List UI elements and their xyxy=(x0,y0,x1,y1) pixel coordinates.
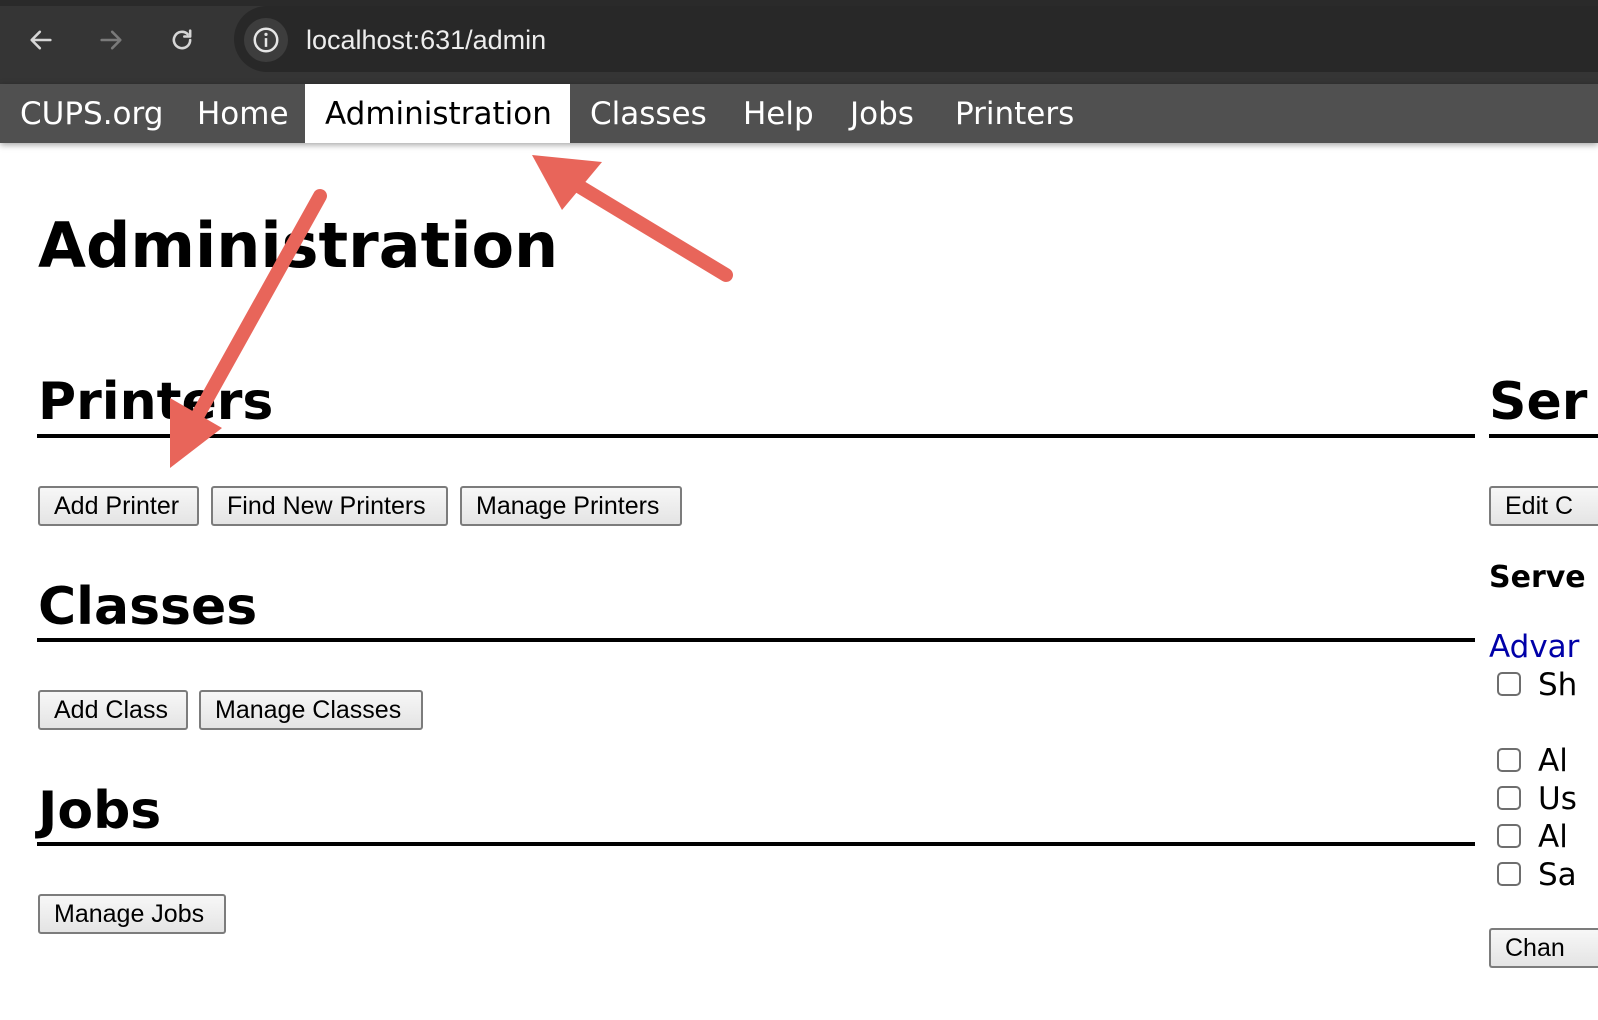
server-checkbox-3[interactable] xyxy=(1497,786,1521,810)
arrow-to-administration-tab xyxy=(532,155,733,282)
server-checkbox-2-label: Al xyxy=(1538,743,1568,779)
back-arrow-icon xyxy=(30,30,52,50)
find-new-printers-button[interactable]: Find New Printers xyxy=(211,486,448,526)
add-class-button[interactable]: Add Class xyxy=(38,690,188,730)
classes-heading: Classes xyxy=(38,577,258,637)
server-settings-heading: Serve xyxy=(1489,560,1586,595)
server-divider xyxy=(1489,434,1598,438)
advanced-settings-link[interactable]: Advar xyxy=(1489,629,1579,665)
server-checkbox-1[interactable] xyxy=(1497,672,1521,696)
server-heading: Ser xyxy=(1489,372,1588,432)
jobs-divider xyxy=(37,842,1475,846)
server-checkbox-2[interactable] xyxy=(1497,748,1521,772)
change-settings-button[interactable]: Chan xyxy=(1489,928,1598,968)
server-checkbox-1-label: Sh xyxy=(1538,667,1578,703)
jobs-heading: Jobs xyxy=(38,781,162,841)
nav-printers[interactable]: Printers xyxy=(935,84,1094,143)
nav-administration[interactable]: Administration xyxy=(305,84,570,143)
forward-arrow-icon xyxy=(100,30,122,50)
manage-printers-button[interactable]: Manage Printers xyxy=(460,486,682,526)
reload-icon xyxy=(172,29,192,50)
reload-button[interactable] xyxy=(164,22,200,58)
nav-help[interactable]: Help xyxy=(723,84,834,143)
classes-divider xyxy=(37,638,1475,642)
back-button[interactable] xyxy=(23,22,59,58)
nav-classes[interactable]: Classes xyxy=(570,84,727,143)
manage-classes-button[interactable]: Manage Classes xyxy=(199,690,423,730)
manage-jobs-button[interactable]: Manage Jobs xyxy=(38,894,226,934)
server-checkbox-4-label: Al xyxy=(1538,819,1568,855)
info-icon xyxy=(253,27,279,53)
server-checkbox-5-label: Sa xyxy=(1538,857,1577,893)
site-info-button[interactable] xyxy=(244,18,288,62)
forward-button[interactable] xyxy=(93,22,129,58)
server-checkbox-3-label: Us xyxy=(1538,781,1577,817)
page-title: Administration xyxy=(38,209,559,282)
nav-home[interactable]: Home xyxy=(177,84,309,143)
server-checkbox-4[interactable] xyxy=(1497,824,1521,848)
cups-navigation: CUPS.org Home Administration Classes Hel… xyxy=(0,84,1598,143)
printers-heading: Printers xyxy=(38,372,274,432)
url-text[interactable]: localhost:631/admin xyxy=(306,22,546,58)
printers-divider xyxy=(37,434,1475,438)
server-checkbox-5[interactable] xyxy=(1497,862,1521,886)
edit-configuration-button[interactable]: Edit C xyxy=(1489,486,1598,526)
nav-cups-org[interactable]: CUPS.org xyxy=(0,84,183,143)
browser-toolbar: localhost:631/admin xyxy=(0,0,1598,84)
nav-jobs[interactable]: Jobs xyxy=(830,84,934,143)
add-printer-button[interactable]: Add Printer xyxy=(38,486,199,526)
